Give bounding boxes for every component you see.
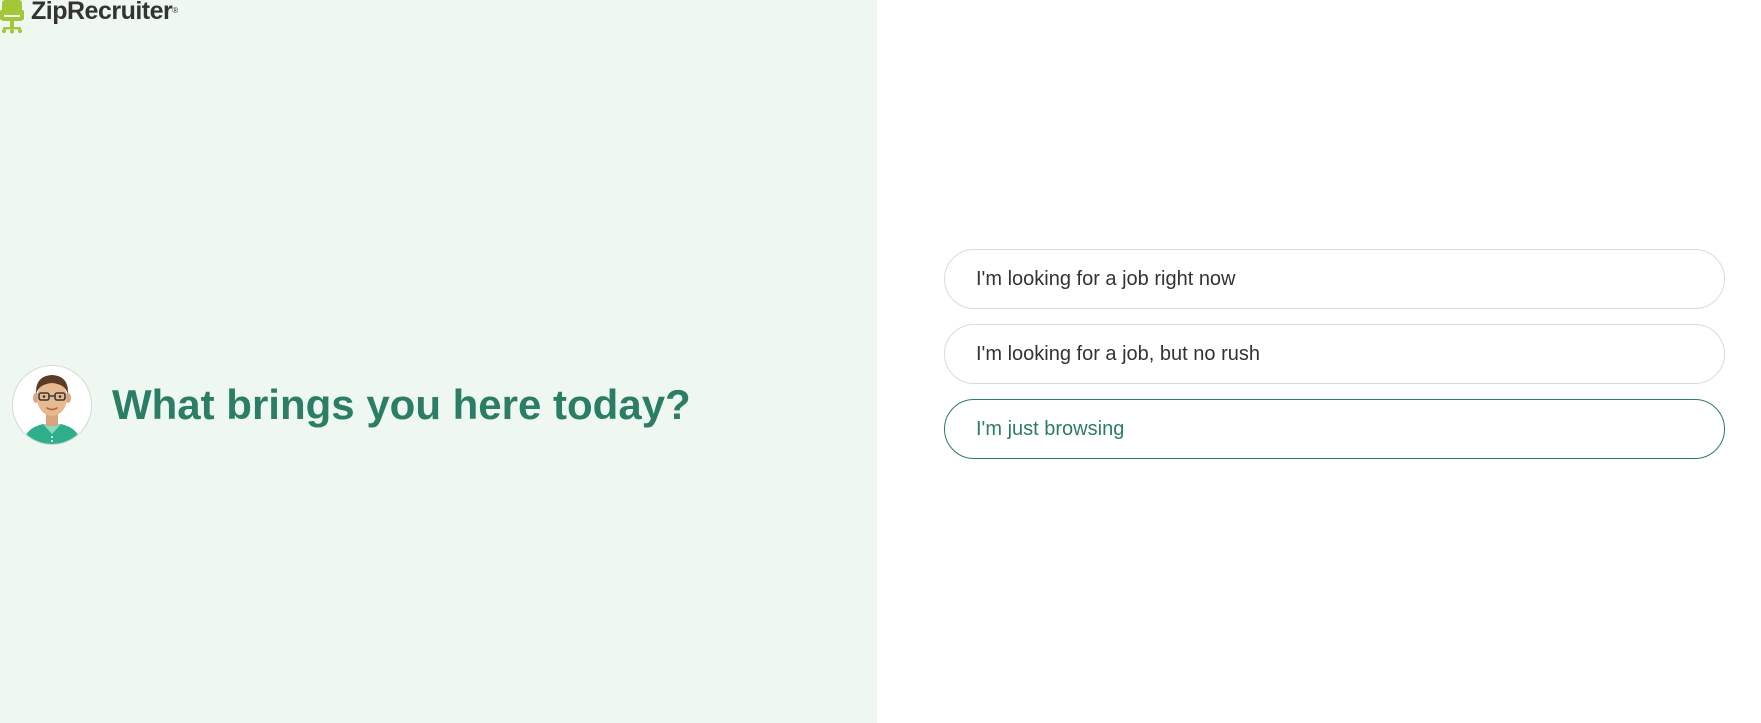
option-just-browsing[interactable]: I'm just browsing (944, 399, 1725, 459)
option-job-right-now[interactable]: I'm looking for a job right now (944, 249, 1725, 309)
registered-mark: ® (172, 6, 178, 15)
left-panel: ZipRecruiter® What brings you here today… (0, 0, 877, 723)
option-job-no-rush[interactable]: I'm looking for a job, but no rush (944, 324, 1725, 384)
chair-logo-icon (0, 0, 28, 34)
answer-options: I'm looking for a job right now I'm look… (944, 249, 1725, 474)
logo-text: ZipRecruiter (31, 0, 173, 25)
page: ZipRecruiter® What brings you here today… (0, 0, 1761, 723)
question-heading: What brings you here today? (112, 381, 691, 428)
prompt: What brings you here today? (12, 365, 691, 445)
ziprecruiter-logo[interactable]: ZipRecruiter® (0, 0, 178, 34)
person-avatar-icon (12, 365, 92, 445)
